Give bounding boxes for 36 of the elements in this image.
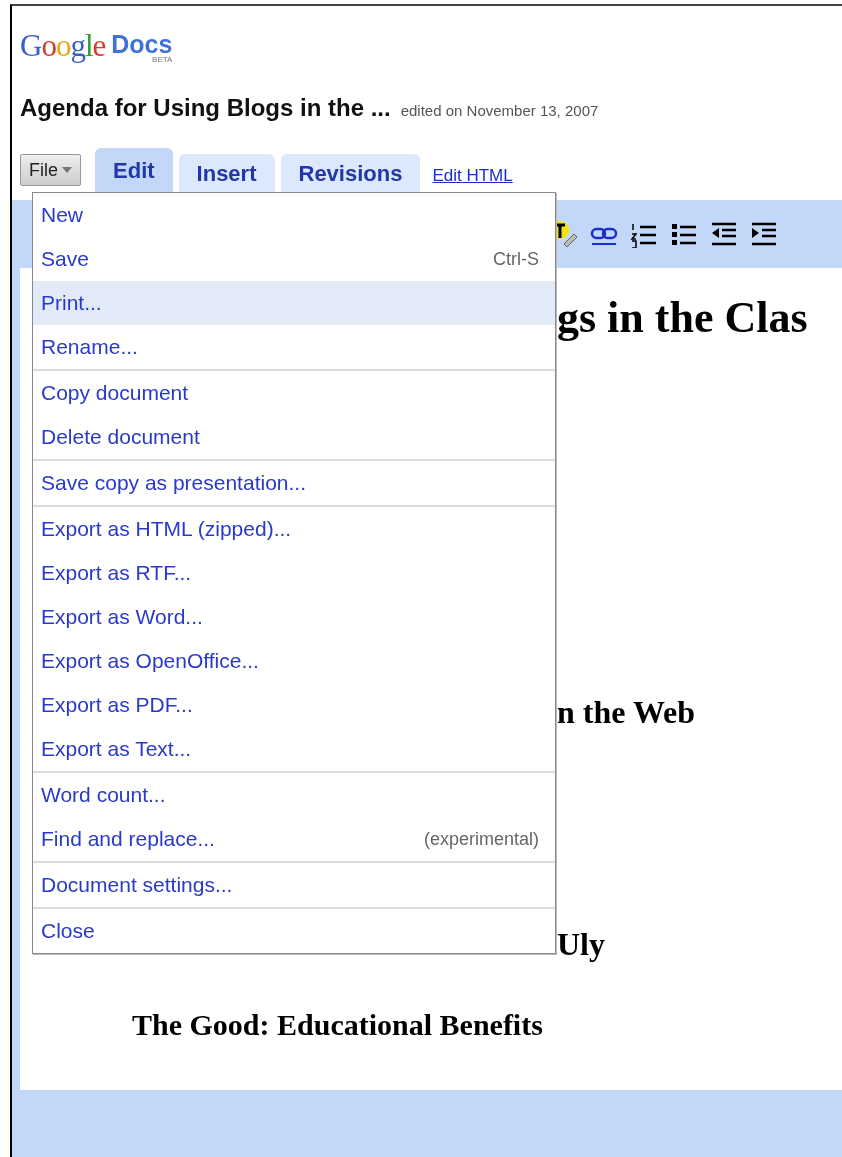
indent-icon[interactable]	[750, 220, 778, 248]
document-text: Uly	[557, 926, 605, 963]
menu-item[interactable]: Word count...	[33, 773, 555, 817]
beta-label: BETA	[152, 55, 173, 64]
edited-date: edited on November 13, 2007	[400, 102, 599, 119]
menu-item[interactable]: Rename...	[33, 325, 555, 369]
tab[interactable]: Insert	[178, 154, 275, 194]
menu-item[interactable]: Save Ctrl-S	[33, 237, 555, 281]
product-name: Docs	[111, 31, 173, 57]
menu-item[interactable]: Export as PDF...	[33, 683, 555, 727]
document-text: n the Web	[557, 694, 696, 731]
document-title: Agenda for Using Blogs in the ...	[20, 94, 391, 122]
document-text: The Good: Educational Benefits	[132, 1008, 543, 1042]
tab[interactable]: Revisions	[280, 154, 421, 194]
menu-item[interactable]: Print...	[33, 281, 555, 325]
menu-item[interactable]: Export as Word...	[33, 595, 555, 639]
menu-item[interactable]: Copy document	[33, 371, 555, 415]
menu-item[interactable]: Export as HTML (zipped)...	[33, 507, 555, 551]
shortcut-hint: Ctrl-S	[493, 248, 539, 270]
menu-item[interactable]: Export as OpenOffice...	[33, 639, 555, 683]
outdent-icon[interactable]	[710, 220, 738, 248]
menu-item[interactable]: Export as Text...	[33, 727, 555, 771]
shortcut-hint: (experimental)	[423, 828, 539, 850]
menu-item[interactable]: Close	[33, 909, 555, 953]
menu-item[interactable]: Find and replace... (experimental)	[33, 817, 555, 861]
caret-icon	[62, 167, 72, 173]
menu-item[interactable]: Save copy as presentation...	[33, 461, 555, 505]
google-logo: Google	[20, 28, 106, 64]
tab[interactable]: Edit	[95, 148, 173, 194]
edit-html-link[interactable]: Edit HTML	[432, 166, 513, 186]
document-text: gs in the Clas	[557, 292, 808, 343]
menu-item[interactable]: Export as RTF...	[33, 551, 555, 595]
menu-item[interactable]: New	[33, 193, 555, 237]
menu-item[interactable]: Document settings...	[33, 863, 555, 907]
file-menu-button[interactable]: File	[20, 154, 81, 186]
menu-item[interactable]: Delete document	[33, 415, 555, 459]
